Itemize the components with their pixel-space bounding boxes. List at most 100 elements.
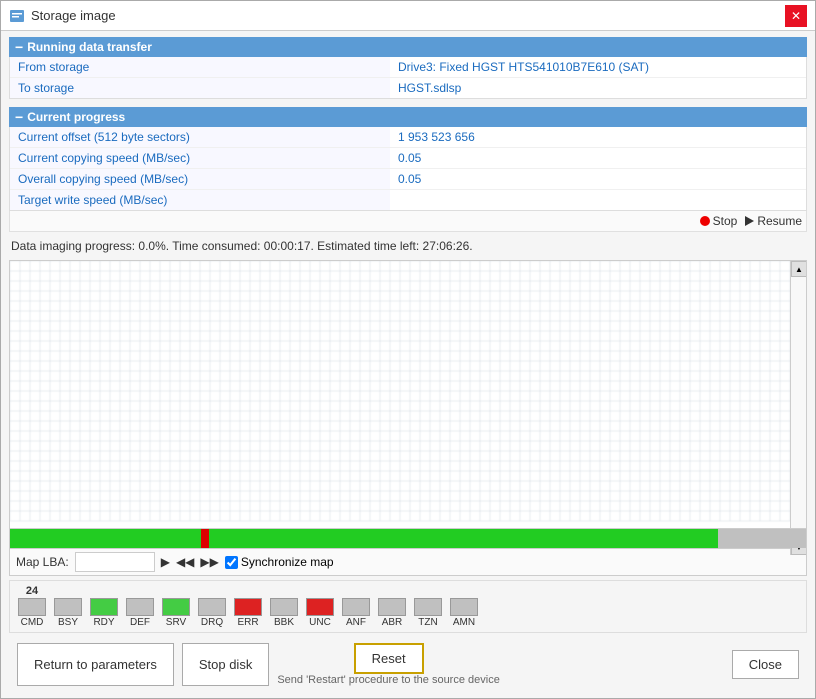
current-progress-table: Current offset (512 byte sectors) 1 953 … [9,127,807,211]
window-title: Storage image [31,8,116,23]
overview-gray-segment [718,529,806,548]
to-storage-row: To storage HGST.sdlsp [10,78,806,98]
vertical-scrollbar[interactable]: ▲ ▼ [790,261,806,528]
collapse-icon: − [15,40,23,54]
target-speed-row: Target write speed (MB/sec) [10,190,806,210]
bsy-count [66,585,69,597]
srv-label: SRV [166,617,186,628]
target-speed-value [390,190,806,210]
current-speed-value: 0.05 [390,148,806,168]
lba-label: Map LBA: [16,555,69,569]
from-storage-row: From storage Drive3: Fixed HGST HTS54101… [10,57,806,78]
target-speed-label: Target write speed (MB/sec) [10,190,390,210]
drq-box [198,598,226,616]
stop-resume-bar: Stop Resume [9,211,807,232]
err-label: ERR [237,617,258,628]
to-storage-label: To storage [10,78,390,98]
scroll-up-button[interactable]: ▲ [791,261,806,277]
running-transfer-header: − Running data transfer [9,37,807,57]
legend-err: ERR [232,585,264,628]
close-window-button[interactable]: ✕ [785,5,807,27]
drq-count [210,585,213,597]
resume-button[interactable]: Resume [745,214,802,228]
srv-count [174,585,177,597]
legend-amn: AMN [448,585,480,628]
running-transfer-table: From storage Drive3: Fixed HGST HTS54101… [9,57,807,99]
bbk-count [282,585,285,597]
anf-box [342,598,370,616]
return-to-parameters-button[interactable]: Return to parameters [17,643,174,686]
rdy-count [102,585,105,597]
from-storage-label: From storage [10,57,390,77]
play-icon [745,216,754,226]
anf-label: ANF [346,617,366,628]
sync-map-checkbox[interactable] [225,556,238,569]
reset-wrapper: Reset Send 'Restart' procedure to the so… [277,643,500,686]
lba-input[interactable] [75,552,155,572]
drq-label: DRQ [201,617,223,628]
legend-bsy: BSY [52,585,84,628]
running-transfer-title: Running data transfer [27,40,152,54]
srv-box [162,598,190,616]
reset-tooltip: Send 'Restart' procedure to the source d… [277,674,500,686]
main-content: − Running data transfer From storage Dri… [1,31,815,698]
main-window: Storage image ✕ − Running data transfer … [0,0,816,699]
resume-label: Resume [757,214,802,228]
grid-canvas [10,261,806,528]
legend-row: 24 CMD BSY RDY DEF [9,580,807,633]
unc-count [318,585,321,597]
sync-map-text: Synchronize map [241,555,334,569]
legend-abr: ABR [376,585,408,628]
status-text: Data imaging progress: 0.0%. Time consum… [9,236,807,256]
collapse-progress-icon: − [15,110,23,124]
legend-rdy: RDY [88,585,120,628]
amn-label: AMN [453,617,475,628]
amn-count [462,585,465,597]
play-nav-button[interactable]: ▶ [161,555,170,569]
bottom-left-buttons: Return to parameters Stop disk Reset Sen… [17,643,500,686]
legend-drq: DRQ [196,585,228,628]
map-container: ▲ ▼ Map LBA: ▶ ◀◀ ▶▶ [9,260,807,576]
cmd-label: CMD [21,617,44,628]
title-bar: Storage image ✕ [1,1,815,31]
def-box [126,598,154,616]
stop-icon [700,216,710,226]
rdy-label: RDY [93,617,114,628]
legend-bbk: BBK [268,585,300,628]
sync-map-label[interactable]: Synchronize map [225,555,334,569]
stop-button[interactable]: Stop [700,214,738,228]
amn-box [450,598,478,616]
unc-label: UNC [309,617,331,628]
overview-red-segment [201,529,209,548]
stop-disk-button[interactable]: Stop disk [182,643,269,686]
cmd-count: 24 [26,585,38,597]
bsy-label: BSY [58,617,78,628]
unc-box [306,598,334,616]
to-storage-value: HGST.sdlsp [390,78,806,98]
abr-box [378,598,406,616]
offset-row: Current offset (512 byte sectors) 1 953 … [10,127,806,148]
bbk-box [270,598,298,616]
overview-green-segment [10,529,201,548]
overall-speed-label: Overall copying speed (MB/sec) [10,169,390,189]
current-speed-row: Current copying speed (MB/sec) 0.05 [10,148,806,169]
reset-button[interactable]: Reset [354,643,424,674]
bbk-label: BBK [274,617,294,628]
cmd-box [18,598,46,616]
bsy-box [54,598,82,616]
running-transfer-section: − Running data transfer From storage Dri… [9,37,807,99]
current-progress-title: Current progress [27,110,125,124]
legend-cmd: 24 CMD [16,585,48,628]
rdy-box [90,598,118,616]
stop-label: Stop [713,214,738,228]
next-fast-button[interactable]: ▶▶ [200,555,218,569]
overall-speed-row: Overall copying speed (MB/sec) 0.05 [10,169,806,190]
title-bar-left: Storage image [9,8,116,24]
tzn-label: TZN [418,617,437,628]
prev-fast-button[interactable]: ◀◀ [176,555,194,569]
offset-value: 1 953 523 656 [390,127,806,147]
legend-srv: SRV [160,585,192,628]
abr-count [390,585,393,597]
close-button[interactable]: Close [732,650,799,679]
def-count [138,585,141,597]
